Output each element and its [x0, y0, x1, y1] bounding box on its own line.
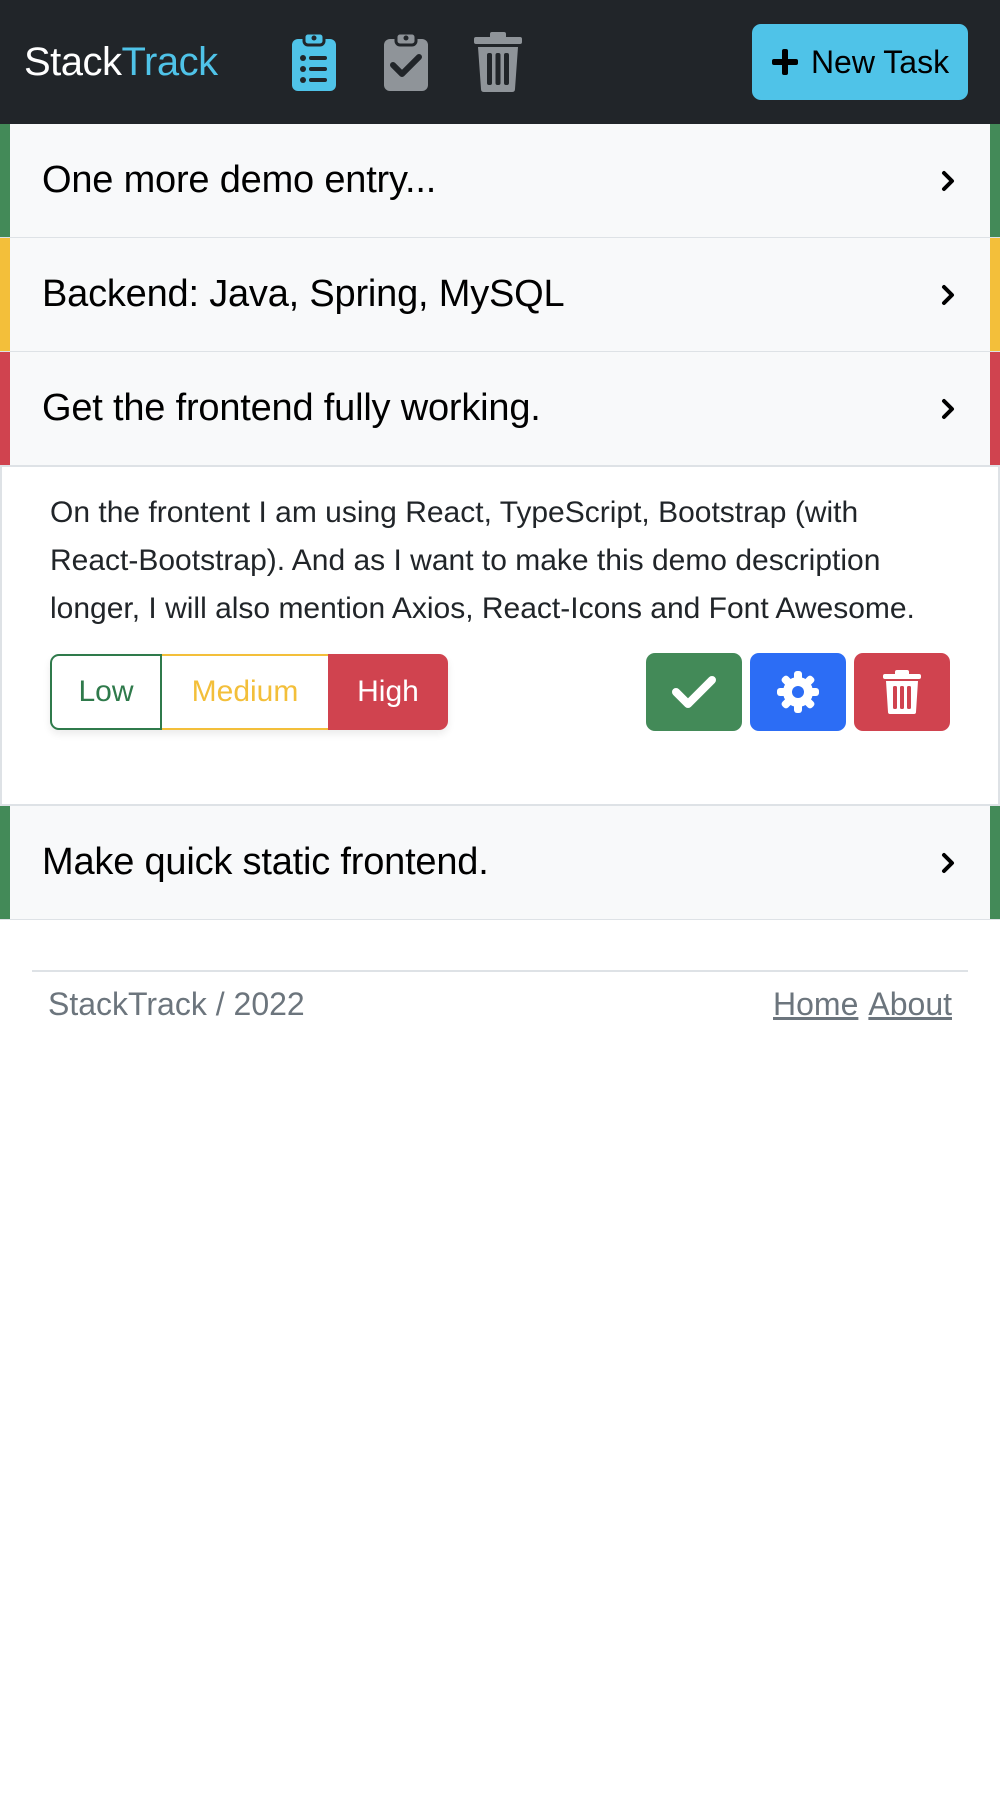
task-row[interactable]: Make quick static frontend.: [0, 806, 1000, 920]
chevron-right-icon: [942, 852, 954, 873]
priority-bar: [990, 124, 1000, 237]
footer-link-about[interactable]: About: [868, 986, 952, 1023]
footer-link-home[interactable]: Home: [773, 986, 858, 1023]
priority-selector: Low Medium High: [50, 654, 448, 730]
task-title: Make quick static frontend.: [42, 841, 489, 883]
task-row[interactable]: One more demo entry...: [0, 124, 1000, 238]
task-description: On the frontent I am using React, TypeSc…: [50, 496, 915, 625]
task-title: One more demo entry...: [42, 159, 437, 201]
priority-low-button[interactable]: Low: [50, 654, 162, 730]
task-list: One more demo entry... Backend: Java, Sp…: [0, 124, 1000, 920]
priority-bar: [990, 806, 1000, 919]
chevron-right-icon: [942, 170, 954, 191]
task-title: Backend: Java, Spring, MySQL: [42, 273, 565, 315]
footer-text: StackTrack / 2022: [48, 986, 305, 1022]
clipboard-list-icon[interactable]: [268, 26, 360, 98]
priority-bar: [990, 352, 1000, 465]
brand-name-part2: Track: [121, 40, 219, 84]
priority-high-button[interactable]: High: [328, 654, 448, 730]
brand-logo[interactable]: StackTrack: [24, 42, 218, 82]
task-actions: [646, 653, 950, 731]
priority-medium-button[interactable]: Medium: [162, 654, 328, 730]
trash-icon[interactable]: [452, 26, 544, 98]
task-controls: Low Medium High: [50, 653, 950, 731]
footer: StackTrack / 2022 Home About: [32, 970, 968, 1037]
gear-icon: [777, 671, 819, 713]
task-row[interactable]: Backend: Java, Spring, MySQL: [0, 238, 1000, 352]
clipboard-check-icon[interactable]: [360, 26, 452, 98]
priority-bar: [990, 238, 1000, 351]
priority-bar: [0, 124, 10, 237]
trash-icon: [883, 670, 921, 714]
navbar: StackTrack New Task: [0, 0, 1000, 124]
priority-bar: [0, 238, 10, 351]
task-title: Get the frontend fully working.: [42, 387, 541, 429]
brand-name-part1: Stack: [24, 40, 122, 84]
new-task-label: New Task: [810, 43, 950, 80]
chevron-right-icon: [942, 398, 954, 419]
footer-links: Home About: [773, 986, 952, 1023]
chevron-right-icon: [942, 284, 954, 305]
new-task-button[interactable]: New Task: [752, 24, 968, 100]
priority-bar: [0, 806, 10, 919]
task-detail-panel: On the frontent I am using React, TypeSc…: [0, 466, 1000, 806]
plus-icon: [771, 49, 798, 75]
complete-task-button[interactable]: [646, 653, 742, 731]
task-row[interactable]: Get the frontend fully working.: [0, 352, 1000, 466]
edit-task-button[interactable]: [750, 653, 846, 731]
delete-task-button[interactable]: [854, 653, 950, 731]
priority-bar: [0, 352, 10, 465]
check-icon: [672, 676, 716, 708]
